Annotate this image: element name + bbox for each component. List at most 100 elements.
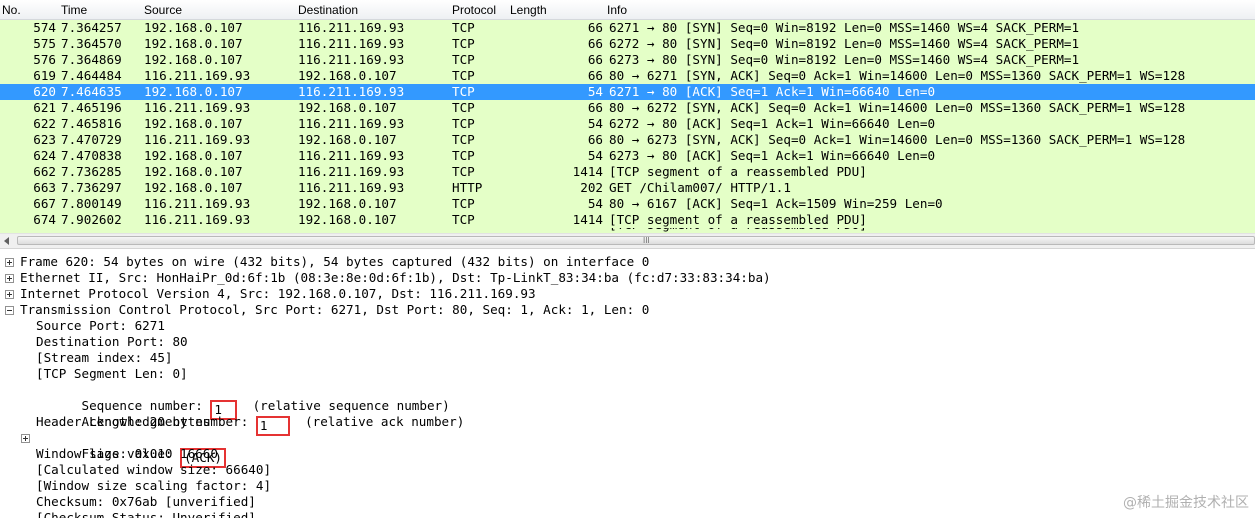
packet-cell-proto: TCP — [452, 84, 475, 99]
packet-cell-info: 80 → 6273 [SYN, ACK] Seq=0 Ack=1 Win=146… — [609, 132, 1186, 147]
packet-cell-info: 6272 → 80 [ACK] Seq=1 Ack=1 Win=66640 Le… — [609, 116, 936, 131]
packet-cell-info: 80 → 6272 [SYN, ACK] Seq=0 Ack=1 Win=146… — [609, 100, 1186, 115]
packet-cell-proto: TCP — [452, 148, 475, 163]
packet-cell-dst: 192.168.0.107 — [298, 212, 397, 227]
watermark: @稀土掘金技术社区 — [1123, 495, 1249, 511]
packet-list-header: No. Time Source Destination Protocol Len… — [0, 0, 1255, 20]
packet-cell-dst: 192.168.0.107 — [298, 68, 397, 83]
packet-row[interactable]: 667 7.800149 116.211.169.93 192.168.0.107 TC… — [0, 196, 1255, 212]
packet-cell-len: 66 — [587, 68, 603, 83]
packet-cell-dst: 116.211.169.93 — [298, 84, 405, 99]
tcp-field-header-length[interactable]: Header Length: 20 bytes — [0, 414, 1255, 430]
packet-row[interactable]: 575 7.364570 192.168.0.107 116.211.169.93 TC… — [0, 36, 1255, 52]
packet-cell-proto: TCP — [452, 20, 475, 35]
packet-cell-len: 54 — [587, 196, 603, 211]
collapse-minus-icon[interactable] — [5, 306, 14, 315]
packet-row[interactable]: 662 7.736285 192.168.0.107 116.211.169.93 TC… — [0, 164, 1255, 180]
packet-cell-info: 80 → 6167 [ACK] Seq=1 Ack=1509 Win=259 L… — [609, 196, 943, 211]
tree-item-tcp[interactable]: Transmission Control Protocol, Src Port:… — [0, 302, 1255, 318]
packet-cell-dst: 116.211.169.93 — [298, 116, 405, 131]
packet-row-selected[interactable]: 620 7.464635 192.168.0.107 116.211.169.93 TC… — [0, 84, 1255, 100]
packet-cell-src: 116.211.169.93 — [144, 100, 251, 115]
packet-cell-dst: 116.211.169.93 — [298, 52, 405, 67]
packet-cell-src: 116.211.169.93 — [144, 132, 251, 147]
packet-row[interactable]: 663 7.736297 192.168.0.107 116.211.169.93 HT… — [0, 180, 1255, 196]
packet-cell-proto: HTTP — [452, 180, 483, 195]
packet-list[interactable]: No. Time Source Destination Protocol Len… — [0, 0, 1255, 233]
packet-row[interactable]: 574 7.364257 192.168.0.107 116.211.169.93 TC… — [0, 20, 1255, 36]
packet-cell-info: [TCP segment of a reassembled PDU] — [609, 212, 867, 227]
scrollbar-grip: III — [643, 236, 650, 245]
packet-row[interactable]: 624 7.470838 192.168.0.107 116.211.169.93 TC… — [0, 148, 1255, 164]
packet-cell-len: 66 — [587, 132, 603, 147]
tcp-field-calc-window[interactable]: [Calculated window size: 66640] — [0, 462, 1255, 478]
tree-item-ip[interactable]: Internet Protocol Version 4, Src: 192.16… — [0, 286, 1255, 302]
column-header-length[interactable]: Length — [510, 3, 547, 17]
packet-cell-no: 621 — [33, 100, 56, 115]
tcp-field-ack-number[interactable]: Acknowledgment number: 1 (relative ack n… — [0, 398, 1255, 436]
packet-cell-time: 7.364869 — [61, 52, 122, 67]
expand-plus-icon[interactable] — [21, 434, 30, 443]
tcp-field-window-size[interactable]: Window size value: 16660 — [0, 446, 1255, 462]
packet-cell-no: 620 — [33, 84, 56, 99]
packet-cell-time: 7.464635 — [61, 84, 122, 99]
packet-cell-len: 66 — [587, 100, 603, 115]
packet-row[interactable]: 622 7.465816 192.168.0.107 116.211.169.93 TC… — [0, 116, 1255, 132]
packet-cell-dst: 116.211.169.93 — [298, 164, 405, 179]
packet-cell-no: 576 — [33, 52, 56, 67]
packet-row[interactable]: 576 7.364869 192.168.0.107 116.211.169.93 TC… — [0, 52, 1255, 68]
tree-item-frame[interactable]: Frame 620: 54 bytes on wire (432 bits), … — [0, 254, 1255, 270]
packet-cell-src: 116.211.169.93 — [144, 212, 251, 227]
packet-details-tree[interactable]: Frame 620: 54 bytes on wire (432 bits), … — [0, 254, 1255, 518]
packet-cell-info: 6273 → 80 [SYN] Seq=0 Win=8192 Len=0 MSS… — [609, 52, 1080, 67]
packet-cell-time: 7.465816 — [61, 116, 122, 131]
packet-cell-src: 192.168.0.107 — [144, 180, 243, 195]
packet-cell-time: 7.736285 — [61, 164, 122, 179]
expand-plus-icon[interactable] — [5, 274, 14, 283]
packet-cell-len: 66 — [587, 20, 603, 35]
tcp-field-sequence-number[interactable]: Sequence number: 1 (relative sequence nu… — [0, 382, 1255, 420]
horizontal-scrollbar[interactable]: III — [0, 233, 1255, 249]
packet-cell-src: 192.168.0.107 — [144, 52, 243, 67]
packet-cell-src: 192.168.0.107 — [144, 84, 243, 99]
packet-cell-info: 6271 → 80 [SYN] Seq=0 Win=8192 Len=0 MSS… — [609, 20, 1080, 35]
packet-cell-info: [TCP segment of a reassembled PDU] — [609, 164, 867, 179]
expand-plus-icon[interactable] — [5, 290, 14, 299]
tcp-field-segment-len[interactable]: [TCP Segment Len: 0] — [0, 366, 1255, 382]
packet-cell-no: 619 — [33, 68, 56, 83]
packet-rows: 574 7.364257 192.168.0.107 116.211.169.93 TC… — [0, 20, 1255, 233]
packet-cell-src: 192.168.0.107 — [144, 36, 243, 51]
packet-row[interactable]: 623 7.470729 116.211.169.93 192.168.0.107 TC… — [0, 132, 1255, 148]
column-header-protocol[interactable]: Protocol — [452, 3, 496, 17]
column-header-source[interactable]: Source — [144, 3, 182, 17]
column-header-time[interactable]: Time — [61, 3, 87, 17]
packet-cell-no: 662 — [33, 164, 56, 179]
packet-cell-dst: 116.211.169.93 — [298, 148, 405, 163]
column-header-destination[interactable]: Destination — [298, 3, 358, 17]
column-header-info[interactable]: Info — [607, 3, 627, 17]
tcp-field-checksum[interactable]: Checksum: 0x76ab [unverified] — [0, 494, 1255, 510]
tcp-field-scaling-factor[interactable]: [Window size scaling factor: 4] — [0, 478, 1255, 494]
packet-cell-time: 7.800149 — [61, 196, 122, 211]
packet-cell-info: 6273 → 80 [ACK] Seq=1 Ack=1 Win=66640 Le… — [609, 148, 936, 163]
packet-row[interactable]: 621 7.465196 116.211.169.93 192.168.0.107 TC… — [0, 100, 1255, 116]
packet-cell-len: 1414 — [572, 212, 603, 227]
tcp-field-stream-index[interactable]: [Stream index: 45] — [0, 350, 1255, 366]
packet-row[interactable]: 619 7.464484 116.211.169.93 192.168.0.107 TC… — [0, 68, 1255, 84]
packet-row[interactable]: 674 7.902602 116.211.169.93 192.168.0.107 TC… — [0, 212, 1255, 228]
tcp-field-src-port[interactable]: Source Port: 6271 — [0, 318, 1255, 334]
column-header-no[interactable]: No. — [2, 3, 21, 17]
packet-cell-len: 66 — [587, 52, 603, 67]
packet-cell-dst: 116.211.169.93 — [298, 20, 405, 35]
scrollbar-thumb[interactable] — [17, 236, 1255, 245]
packet-cell-src: 116.211.169.93 — [144, 196, 251, 211]
packet-cell-time: 7.470838 — [61, 148, 122, 163]
tcp-field-dst-port[interactable]: Destination Port: 80 — [0, 334, 1255, 350]
packet-cell-time: 7.902602 — [61, 212, 122, 227]
tcp-field-checksum-status[interactable]: [Checksum Status: Unverified] — [0, 510, 1255, 518]
tcp-field-flags[interactable]: Flags: 0x010 (ACK) — [0, 430, 1255, 468]
expand-plus-icon[interactable] — [5, 258, 14, 267]
tree-item-ethernet[interactable]: Ethernet II, Src: HonHaiPr_0d:6f:1b (08:… — [0, 270, 1255, 286]
scroll-left-arrow-icon[interactable] — [4, 237, 9, 245]
packet-cell-time: 7.464484 — [61, 68, 122, 83]
